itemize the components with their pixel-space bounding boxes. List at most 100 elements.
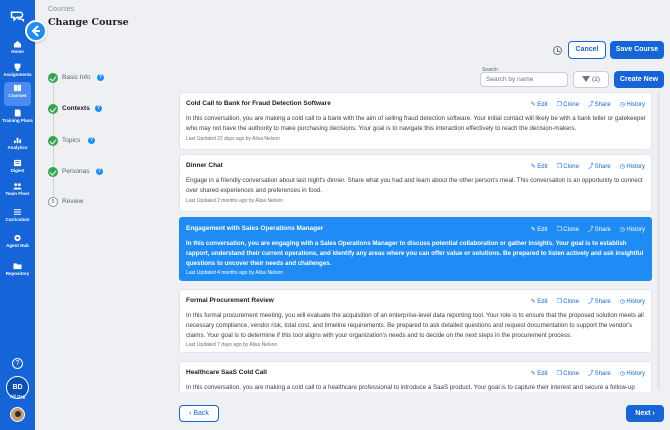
clone-icon: ❐ xyxy=(556,299,562,305)
context-title: Dinner Chat xyxy=(186,162,223,169)
step-label: Basic Info xyxy=(62,74,91,81)
step-label: Review xyxy=(62,198,84,205)
sidebar-item-label: Curriculum xyxy=(5,217,30,222)
context-list: Cold Call to Bank for Fraud Detection So… xyxy=(179,92,654,392)
sidebar-item-label: Agent Hub xyxy=(6,243,29,248)
clone-icon: ❐ xyxy=(556,371,562,377)
sidebar-item-courses[interactable]: Courses xyxy=(4,82,31,106)
chevron-right-icon: › xyxy=(650,410,655,417)
page-title: Change Course xyxy=(48,17,129,28)
home-icon xyxy=(13,40,22,48)
clone-button[interactable]: ❐Clone xyxy=(556,163,579,170)
sidebar-item-digest[interactable]: Digest xyxy=(0,157,35,181)
clock-icon[interactable] xyxy=(553,46,562,55)
history-button[interactable]: ◷History xyxy=(619,370,645,377)
context-card[interactable]: Healthcare SaaS Cold Call ✎Edit ❐Clone ⤴… xyxy=(179,361,652,392)
digest-icon xyxy=(13,159,22,167)
card-actions: ✎Edit ❐Clone ⤴Share ◷History xyxy=(523,368,645,377)
context-card-selected[interactable]: Engagement with Sales Operations Manager… xyxy=(179,217,652,281)
context-description: In this formal procurement meeting, you … xyxy=(186,312,644,339)
edit-button[interactable]: ✎Edit xyxy=(530,163,548,170)
history-button[interactable]: ◷History xyxy=(619,163,645,170)
check-icon xyxy=(48,167,58,177)
sidebar-item-team-floor[interactable]: Team Floor xyxy=(0,180,35,204)
search-input[interactable] xyxy=(480,72,568,87)
context-title: Engagement with Sales Operations Manager xyxy=(186,225,324,232)
sidebar-item-label: Analytics xyxy=(7,145,28,150)
clone-button[interactable]: ❐Clone xyxy=(556,298,579,305)
create-new-button[interactable]: Create New xyxy=(614,71,664,88)
scrollbar[interactable] xyxy=(657,92,660,390)
context-meta: Last Updated 7 days ago by Alisa Nelson xyxy=(186,342,278,348)
filter-button[interactable]: (2) xyxy=(573,71,609,88)
sidebar-item-curriculum[interactable]: Curriculum xyxy=(0,206,35,230)
context-meta: Last Updated 4 months ago by Alisa Nelso… xyxy=(186,270,284,276)
history-button[interactable]: ◷History xyxy=(619,101,645,108)
history-icon: ◷ xyxy=(619,102,625,108)
history-button[interactable]: ◷History xyxy=(619,298,645,305)
sidebar-item-repository[interactable]: Repository xyxy=(0,260,35,284)
filter-count: (2) xyxy=(592,76,600,83)
step-number: 5 xyxy=(48,197,58,207)
breadcrumb[interactable]: Courses xyxy=(48,6,74,13)
filter-icon xyxy=(582,76,590,82)
curriculum-icon xyxy=(13,209,22,215)
context-description: In this conversation, you are making a c… xyxy=(186,384,635,391)
sidebar-item-training-plans[interactable]: Training Plans xyxy=(0,107,35,131)
pencil-icon: ✎ xyxy=(530,227,536,233)
info-icon[interactable]: ? xyxy=(88,137,95,144)
sidebar-item-agent-hub[interactable]: Agent Hub xyxy=(0,232,35,256)
context-title: Healthcare SaaS Cold Call xyxy=(186,369,267,376)
book-icon xyxy=(13,84,22,92)
sidebar-item-analytics[interactable]: Analytics xyxy=(0,134,35,158)
context-card[interactable]: Cold Call to Bank for Fraud Detection So… xyxy=(179,92,652,150)
back-button[interactable]: ‹ Back xyxy=(179,405,219,422)
pencil-icon: ✎ xyxy=(530,299,536,305)
sidebar: Home Assignments Courses Training Plans … xyxy=(0,0,35,430)
info-icon[interactable]: ? xyxy=(97,74,104,81)
edit-button[interactable]: ✎Edit xyxy=(530,298,548,305)
clone-button[interactable]: ❐Clone xyxy=(556,101,579,108)
context-card[interactable]: Dinner Chat ✎Edit ❐Clone ⤴Share ◷History… xyxy=(179,154,652,212)
share-button[interactable]: ⤴Share xyxy=(588,368,611,377)
history-button[interactable]: ◷History xyxy=(619,226,645,233)
edit-button[interactable]: ✎Edit xyxy=(530,226,548,233)
share-icon: ⤴ xyxy=(587,299,594,305)
agent-icon xyxy=(14,234,21,242)
history-icon: ◷ xyxy=(619,299,625,305)
back-arrow-button[interactable] xyxy=(25,20,47,42)
context-card[interactable]: Formal Procurement Review ✎Edit ❐Clone ⤴… xyxy=(179,289,652,353)
share-button[interactable]: ⤴Share xyxy=(588,296,611,305)
context-description: In this conversation, you are making a c… xyxy=(186,115,646,132)
history-icon: ◷ xyxy=(619,371,625,377)
org-label: All Org xyxy=(9,394,25,399)
pencil-icon: ✎ xyxy=(530,102,536,108)
sidebar-item-label: Digest xyxy=(10,168,25,173)
history-icon: ◷ xyxy=(619,164,625,170)
app-root: Home Assignments Courses Training Plans … xyxy=(0,0,670,430)
info-icon[interactable]: ? xyxy=(95,105,102,112)
share-icon: ⤴ xyxy=(587,164,594,170)
edit-button[interactable]: ✎Edit xyxy=(530,101,548,108)
app-logo-icon[interactable] xyxy=(9,8,26,25)
context-meta: Last Updated 2 months ago by Alisa Nelso… xyxy=(186,198,284,204)
sidebar-item-label: Team Floor xyxy=(5,191,30,196)
context-description: Engage in a friendly conversation about … xyxy=(186,177,643,194)
next-button[interactable]: Next › xyxy=(626,405,664,422)
share-button[interactable]: ⤴Share xyxy=(588,99,611,108)
clone-icon: ❐ xyxy=(556,102,562,108)
history-icon: ◷ xyxy=(619,227,625,233)
sidebar-item-home[interactable]: Home xyxy=(0,38,35,62)
save-course-button[interactable]: Save Course xyxy=(610,41,664,59)
cancel-button[interactable]: Cancel xyxy=(568,41,606,59)
help-icon[interactable]: ? xyxy=(12,358,23,369)
clone-button[interactable]: ❐Clone xyxy=(556,370,579,377)
share-button[interactable]: ⤴Share xyxy=(588,224,611,233)
avatar[interactable] xyxy=(10,407,25,422)
share-button[interactable]: ⤴Share xyxy=(588,161,611,170)
document-icon xyxy=(14,109,21,117)
check-icon xyxy=(48,104,58,114)
clone-button[interactable]: ❐Clone xyxy=(556,226,579,233)
info-icon[interactable]: ? xyxy=(96,168,103,175)
edit-button[interactable]: ✎Edit xyxy=(530,370,548,377)
